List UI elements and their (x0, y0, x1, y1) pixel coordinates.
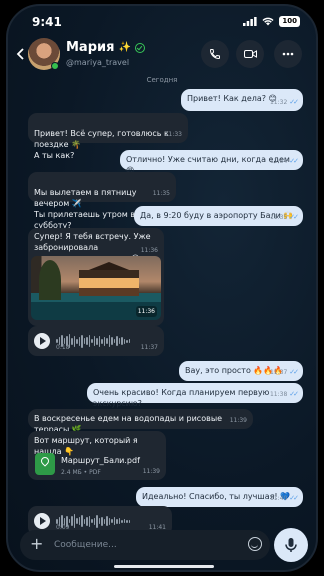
chat-header: Мария ✨ @mariya_travel (8, 36, 316, 80)
message-time: 11:33 (164, 131, 182, 138)
message-time: 11:40 (269, 495, 288, 502)
message-time: 11:37 (140, 344, 158, 351)
message-text: Привет! Как дела? 😊 (187, 94, 277, 103)
pdf-file-icon[interactable] (35, 453, 55, 475)
message-time: 11:32 (269, 99, 288, 106)
palm-tree (39, 260, 61, 300)
message-time: 11:39 (229, 417, 247, 424)
voice-record-button[interactable] (274, 528, 308, 562)
message-meta: 11:37 (141, 342, 158, 353)
read-receipt-icon: ✓✓ (289, 494, 299, 502)
read-receipt-icon: ✓✓ (289, 157, 299, 165)
file-name[interactable]: Маршрут_Бали.pdf (61, 455, 140, 466)
more-icon (282, 52, 294, 56)
message-time: 11:34 (269, 158, 288, 165)
verified-icon (134, 42, 145, 53)
message-bubble[interactable]: Отлично! Уже считаю дни, когда едем 😍 11… (120, 150, 303, 175)
microphone-icon (285, 538, 297, 552)
play-button[interactable] (34, 513, 50, 529)
signal-icon (243, 17, 257, 26)
battery-icon: 100 (279, 16, 300, 27)
back-arrow-icon[interactable] (16, 48, 24, 60)
read-receipt-icon: ✓✓ (289, 390, 299, 398)
contact-name[interactable]: Мария ✨ (66, 40, 145, 55)
message-meta: 11:38 ✓✓ (269, 389, 299, 400)
message-meta: 11:35 ✓✓ (269, 212, 299, 223)
online-indicator (51, 62, 59, 70)
status-bar: 9:41 100 (8, 6, 316, 36)
video-call-button[interactable] (236, 40, 264, 68)
message-time: 11:35 (152, 190, 170, 197)
message-meta: 11:39 (230, 415, 247, 426)
file-message[interactable]: Вот маршрут, который я нашла 👇 Маршрут_Б… (28, 431, 166, 480)
chat-screen: 9:41 100 Мария ✨ @mariya_travel Сегодня (6, 4, 318, 572)
message-time: 11:38 (269, 391, 288, 398)
read-receipt-icon: ✓✓ (289, 368, 299, 376)
attach-plus-icon[interactable]: + (30, 535, 43, 553)
message-bubble[interactable]: Идеально! Спасибо, ты лучшая! 💙 11:40 ✓✓ (136, 487, 303, 507)
voice-message[interactable]: 0:18 11:37 (28, 326, 164, 356)
date-separator: Сегодня (146, 76, 178, 84)
villa-photo[interactable]: 11:36 (31, 256, 161, 320)
file-size: 2.4 МБ • PDF (61, 469, 101, 476)
sparkles-emoji: ✨ (118, 42, 131, 53)
message-meta: 11:36 (141, 245, 158, 256)
message-text: Мы вылетаем в пятницу вечером ✈️ Ты прил… (34, 188, 137, 230)
message-bubble[interactable]: В воскресенье едем на водопады и рисовые… (28, 409, 253, 434)
message-time: 11:39 (142, 468, 160, 475)
emoji-icon[interactable] (248, 537, 262, 551)
villa-building (79, 270, 139, 296)
photo-message[interactable]: Супер! Я тебя встречу. Уже забронировала… (28, 228, 164, 326)
message-bubble[interactable]: Привет! Всё супер, готовлюсь к поездке 🌴… (28, 113, 188, 160)
message-bubble[interactable]: Да, в 9:20 буду в аэропорту Бали 🙌 11:35… (134, 206, 303, 226)
message-meta: 11:32 ✓✓ (269, 97, 299, 108)
more-button[interactable] (274, 40, 302, 68)
status-icons: 100 (243, 16, 300, 27)
voice-duration: 0:18 (56, 344, 70, 351)
wifi-icon (262, 17, 274, 26)
message-bubble[interactable]: Привет! Как дела? 😊 11:32 ✓✓ (181, 89, 303, 111)
photo-time: 11:36 (135, 306, 157, 317)
message-meta: 11:40 ✓✓ (269, 493, 299, 504)
message-meta: 11:35 (153, 188, 170, 199)
message-meta: 11:34 ✓✓ (269, 156, 299, 167)
contact-name-text: Мария (66, 40, 115, 55)
message-text: Очень красиво! Когда планируем первую эк… (93, 388, 270, 408)
video-icon (243, 50, 257, 58)
read-receipt-icon: ✓✓ (289, 213, 299, 221)
message-bubble[interactable]: Мы вылетаем в пятницу вечером ✈️ Ты прил… (28, 172, 176, 230)
message-input[interactable] (54, 536, 234, 554)
composer: + (20, 530, 270, 560)
message-bubble[interactable]: Очень красиво! Когда планируем первую эк… (87, 383, 303, 408)
read-receipt-icon: ✓✓ (289, 98, 299, 106)
message-meta: 11:37 ✓✓ (269, 367, 299, 378)
message-text: Идеально! Спасибо, ты лучшая! 💙 (142, 492, 291, 501)
home-indicator (114, 565, 214, 568)
message-bubble[interactable]: Вау, это просто 🔥🔥🔥 11:37 ✓✓ (179, 361, 303, 381)
status-time: 9:41 (32, 15, 62, 29)
phone-icon (209, 49, 220, 60)
message-time: 11:36 (140, 247, 158, 254)
contact-username: @mariya_travel (66, 58, 130, 67)
message-time: 11:35 (269, 214, 288, 221)
message-text: Вау, это просто 🔥🔥🔥 (185, 366, 284, 375)
play-button[interactable] (34, 333, 50, 349)
message-time: 11:37 (269, 369, 288, 376)
message-meta: 11:39 (143, 466, 160, 477)
message-meta: 11:33 (165, 129, 182, 140)
call-button[interactable] (201, 40, 229, 68)
